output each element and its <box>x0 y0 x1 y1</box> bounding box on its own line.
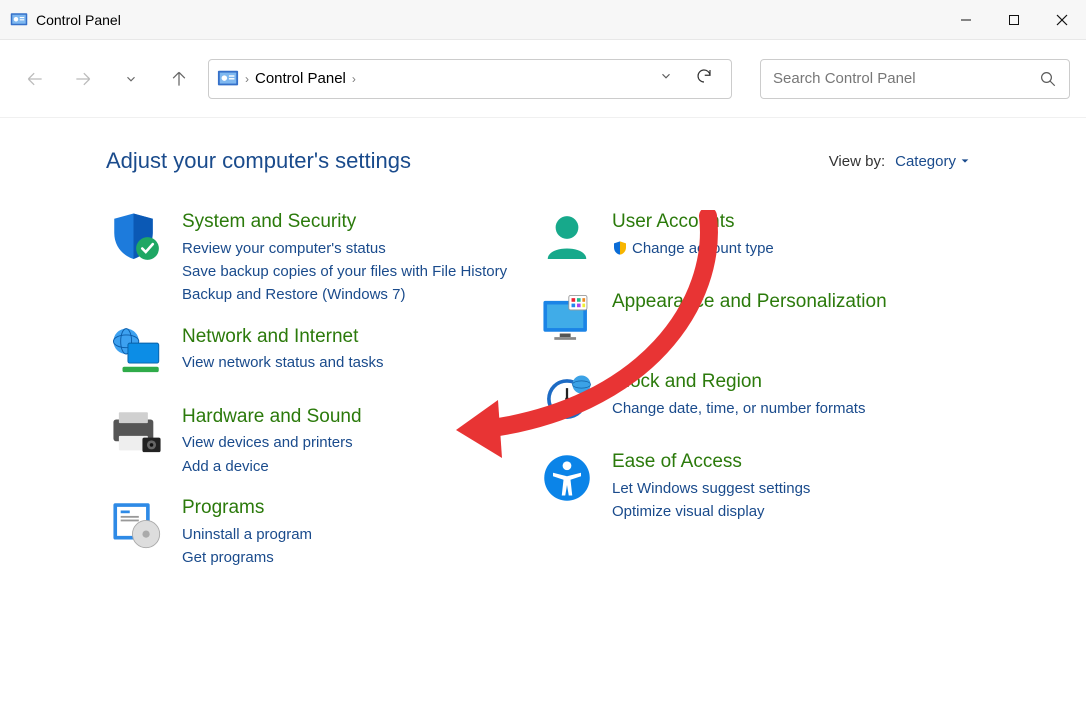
minimize-button[interactable] <box>942 0 990 40</box>
category-link[interactable]: Save backup copies of your files with Fi… <box>182 260 536 283</box>
category-user-accounts: User Accounts Change account type <box>536 210 996 272</box>
category-link[interactable]: Change account type <box>612 237 996 260</box>
category-title[interactable]: Hardware and Sound <box>182 405 536 429</box>
refresh-button[interactable] <box>685 67 723 90</box>
close-button[interactable] <box>1038 0 1086 40</box>
shield-icon <box>106 210 168 272</box>
printer-icon <box>106 405 168 467</box>
window-title: Control Panel <box>36 12 121 28</box>
user-icon <box>536 210 598 272</box>
category-title[interactable]: Ease of Access <box>612 450 996 474</box>
view-by-dropdown[interactable]: Category <box>895 153 970 170</box>
breadcrumb-separator[interactable]: › <box>245 72 249 86</box>
title-left: Control Panel <box>10 11 121 29</box>
back-button[interactable] <box>16 60 54 98</box>
category-link[interactable]: Get programs <box>182 546 536 569</box>
view-by-value: Category <box>895 153 956 170</box>
category-link[interactable]: Backup and Restore (Windows 7) <box>182 283 536 306</box>
search-bar[interactable] <box>760 59 1070 99</box>
address-dropdown-button[interactable] <box>653 69 679 88</box>
refresh-icon <box>695 67 713 85</box>
network-icon <box>106 325 168 387</box>
category-system-security: System and Security Review your computer… <box>106 210 536 307</box>
content: Adjust your computer's settings View by:… <box>0 118 1086 569</box>
page-heading: Adjust your computer's settings <box>106 148 411 174</box>
category-link[interactable]: Review your computer's status <box>182 237 536 260</box>
categories: System and Security Review your computer… <box>106 210 996 569</box>
category-hardware-sound: Hardware and Sound View devices and prin… <box>106 405 536 478</box>
view-by-label: View by: <box>829 153 885 170</box>
search-icon <box>1039 70 1057 88</box>
search-input[interactable] <box>773 70 1039 87</box>
up-button[interactable] <box>160 60 198 98</box>
breadcrumb-separator[interactable]: › <box>352 72 356 86</box>
clock-icon <box>536 370 598 432</box>
view-by: View by: Category <box>829 153 970 170</box>
minimize-icon <box>960 14 972 26</box>
category-appearance-personalization: Appearance and Personalization <box>536 290 996 352</box>
address-bar[interactable]: › Control Panel › <box>208 59 732 99</box>
forward-icon <box>73 69 93 89</box>
up-icon <box>169 69 189 89</box>
uac-shield-icon <box>612 240 628 256</box>
recent-locations-button[interactable] <box>112 60 150 98</box>
control-panel-icon <box>10 11 28 29</box>
caret-down-icon <box>960 156 970 166</box>
maximize-button[interactable] <box>990 0 1038 40</box>
category-title[interactable]: Appearance and Personalization <box>612 290 996 314</box>
category-link-text: Change account type <box>632 237 774 260</box>
heading-row: Adjust your computer's settings View by:… <box>106 148 996 174</box>
window-controls <box>942 0 1086 40</box>
category-title[interactable]: Network and Internet <box>182 325 536 349</box>
forward-button[interactable] <box>64 60 102 98</box>
chevron-down-icon <box>124 72 138 86</box>
category-link[interactable]: Uninstall a program <box>182 523 536 546</box>
category-link[interactable]: Change date, time, or number formats <box>612 397 996 420</box>
control-panel-icon <box>217 68 239 90</box>
category-programs: Programs Uninstall a program Get program… <box>106 496 536 569</box>
category-title[interactable]: User Accounts <box>612 210 996 234</box>
category-link[interactable]: View devices and printers <box>182 431 536 454</box>
appearance-icon <box>536 290 598 352</box>
close-icon <box>1056 14 1068 26</box>
category-ease-of-access: Ease of Access Let Windows suggest setti… <box>536 450 996 523</box>
category-link[interactable]: Let Windows suggest settings <box>612 477 996 500</box>
programs-icon <box>106 496 168 558</box>
category-link[interactable]: Optimize visual display <box>612 500 996 523</box>
category-link[interactable]: Add a device <box>182 455 536 478</box>
categories-col-left: System and Security Review your computer… <box>106 210 536 569</box>
breadcrumb-item[interactable]: Control Panel <box>255 70 346 87</box>
title-bar: Control Panel <box>0 0 1086 40</box>
back-icon <box>25 69 45 89</box>
category-link[interactable]: View network status and tasks <box>182 351 536 374</box>
chevron-down-icon <box>659 69 673 83</box>
accessibility-icon <box>536 450 598 512</box>
category-network-internet: Network and Internet View network status… <box>106 325 536 387</box>
maximize-icon <box>1008 14 1020 26</box>
categories-col-right: User Accounts Change account type <box>536 210 996 569</box>
toolbar: › Control Panel › <box>0 40 1086 118</box>
category-title[interactable]: Programs <box>182 496 536 520</box>
category-clock-region: Clock and Region Change date, time, or n… <box>536 370 996 432</box>
category-title[interactable]: System and Security <box>182 210 536 234</box>
category-title[interactable]: Clock and Region <box>612 370 996 394</box>
